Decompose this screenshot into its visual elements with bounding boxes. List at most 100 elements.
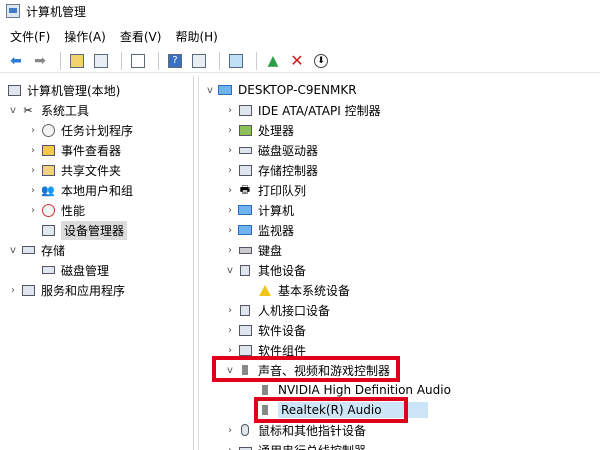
tree-item-task-scheduler[interactable]: › 任务计划程序 (26, 120, 133, 140)
device-usb[interactable]: › 通用串行总线控制器 (223, 440, 366, 450)
chevron-down-icon[interactable]: v (6, 105, 20, 116)
other-device-icon (237, 262, 253, 278)
computer-icon (217, 82, 233, 98)
forward-button[interactable]: ➡ (30, 51, 50, 71)
device-other-devices[interactable]: v 其他设备 (223, 260, 306, 280)
toolbar: ⬅ ➡ ? ▲ ✕ ⬇ (0, 49, 600, 73)
device-label: 磁盘驱动器 (258, 143, 319, 158)
device-computer-label: DESKTOP-C9ENMKR (238, 83, 357, 97)
menu-view[interactable]: 查看(V) (120, 28, 162, 45)
update-driver-button[interactable]: ▲ (263, 51, 283, 71)
shared-folder-icon (40, 162, 56, 178)
tree-pane-icon (94, 53, 108, 68)
chevron-right-icon[interactable]: › (6, 285, 20, 296)
chevron-right-icon[interactable]: › (223, 325, 237, 336)
chevron-right-icon[interactable]: › (26, 125, 40, 136)
scan-hardware-button[interactable] (226, 51, 246, 71)
chevron-right-icon[interactable]: › (223, 345, 237, 356)
chevron-down-icon[interactable]: v (203, 85, 217, 96)
up-folder-button[interactable] (67, 51, 87, 71)
window-title: 计算机管理 (26, 4, 87, 19)
annotation-box-sound-controllers (212, 356, 400, 382)
chevron-right-icon[interactable]: › (223, 425, 237, 436)
tree-item-disk-management[interactable]: 磁盘管理 (26, 260, 109, 280)
device-print-queue[interactable]: › 🖶 打印队列 (223, 180, 306, 200)
monitor-icon (237, 222, 253, 238)
device-processor[interactable]: › 处理器 (223, 120, 294, 140)
menu-bar: 文件(F) 操作(A) 查看(V) 帮助(H) (0, 26, 600, 46)
device-mouse[interactable]: › 鼠标和其他指针设备 (223, 420, 366, 440)
device-label: 打印队列 (258, 183, 307, 198)
tree-item-performance[interactable]: › 性能 (26, 200, 85, 220)
ide-icon (237, 102, 253, 118)
chevron-right-icon[interactable]: › (223, 205, 237, 216)
device-monitor[interactable]: › 监视器 (223, 220, 294, 240)
uninstall-button[interactable]: ✕ (287, 51, 307, 71)
chevron-right-icon[interactable]: › (223, 185, 237, 196)
menu-file[interactable]: 文件(F) (10, 28, 50, 45)
chevron-right-icon[interactable]: › (26, 185, 40, 196)
chevron-right-icon[interactable]: › (223, 145, 237, 156)
tree-item-services[interactable]: › 服务和应用程序 (6, 280, 125, 300)
tree-item-event-viewer[interactable]: › 事件查看器 (26, 140, 121, 160)
device-ide-controller[interactable]: › IDE ATA/ATAPI 控制器 (223, 100, 381, 120)
tree-item-label: 服务和应用程序 (41, 283, 126, 298)
tools-icon: ✂ (23, 103, 33, 117)
chevron-right-icon[interactable]: › (223, 305, 237, 316)
chevron-right-icon[interactable]: › (223, 445, 237, 450)
show-hide-tree-button[interactable] (91, 51, 111, 71)
device-list: v DESKTOP-C9ENMKR › IDE ATA/ATAPI 控制器 › … (198, 76, 600, 450)
chevron-right-icon[interactable]: › (26, 165, 40, 176)
properties-icon (131, 53, 145, 68)
tree-item-label: 事件查看器 (61, 143, 122, 158)
tree-item-local-users[interactable]: › 👥 本地用户和组 (26, 180, 133, 200)
device-label: 其他设备 (258, 263, 307, 278)
device-label: 计算机 (258, 203, 295, 218)
event-viewer-icon (40, 142, 56, 158)
disable-device-button[interactable]: ⬇ (311, 51, 331, 71)
tree-item-label: 存储 (41, 243, 66, 258)
chevron-right-icon[interactable]: › (223, 125, 237, 136)
chevron-down-icon[interactable]: v (6, 245, 20, 256)
device-keyboard[interactable]: › 键盘 (223, 240, 282, 260)
disk-drive-icon (237, 142, 253, 158)
tree-item-label: 本地用户和组 (61, 183, 134, 198)
device-disk-drive[interactable]: › 磁盘驱动器 (223, 140, 318, 160)
hid-icon (237, 302, 253, 318)
menu-action[interactable]: 操作(A) (64, 28, 106, 45)
storage-controller-icon (237, 162, 253, 178)
disable-arrow-icon: ⬇ (314, 53, 328, 68)
device-computer-root[interactable]: v DESKTOP-C9ENMKR (203, 80, 357, 100)
tree-item-system-tools[interactable]: v ✂ 系统工具 (6, 100, 89, 120)
help-button[interactable]: ? (165, 51, 185, 71)
chevron-down-icon[interactable]: v (223, 265, 237, 276)
menu-help[interactable]: 帮助(H) (175, 28, 217, 45)
back-button[interactable]: ⬅ (6, 51, 26, 71)
tree-item-storage[interactable]: v 存储 (6, 240, 65, 260)
chevron-right-icon[interactable]: › (26, 145, 40, 156)
chevron-right-icon[interactable]: › (223, 165, 237, 176)
device-hid[interactable]: › 人机接口设备 (223, 300, 330, 320)
device-computer[interactable]: › 计算机 (223, 200, 294, 220)
tree-root[interactable]: 计算机管理(本地) (6, 80, 120, 100)
services-icon (20, 282, 36, 298)
device-software-devices[interactable]: › 软件设备 (223, 320, 306, 340)
device-manager-icon (40, 222, 56, 238)
chevron-right-icon[interactable]: › (223, 225, 237, 236)
computer-icon (237, 202, 253, 218)
tree-item-device-manager[interactable]: 设备管理器 (26, 220, 128, 240)
device-base-system[interactable]: 基本系统设备 (243, 280, 350, 300)
tree-item-shared-folders[interactable]: › 共享文件夹 (26, 160, 121, 180)
action-pane-button[interactable] (189, 51, 209, 71)
properties-button[interactable] (128, 51, 148, 71)
monitor-scan-icon (229, 53, 243, 68)
chevron-right-icon[interactable]: › (223, 105, 237, 116)
tree-item-label: 设备管理器 (61, 220, 128, 240)
chevron-right-icon[interactable]: › (26, 205, 40, 216)
tree-item-label: 性能 (61, 203, 86, 218)
usb-icon (237, 442, 253, 450)
keyboard-icon (237, 242, 253, 258)
device-storage-controller[interactable]: › 存储控制器 (223, 160, 318, 180)
toolbar-separator (121, 51, 122, 70)
chevron-right-icon[interactable]: › (223, 245, 237, 256)
